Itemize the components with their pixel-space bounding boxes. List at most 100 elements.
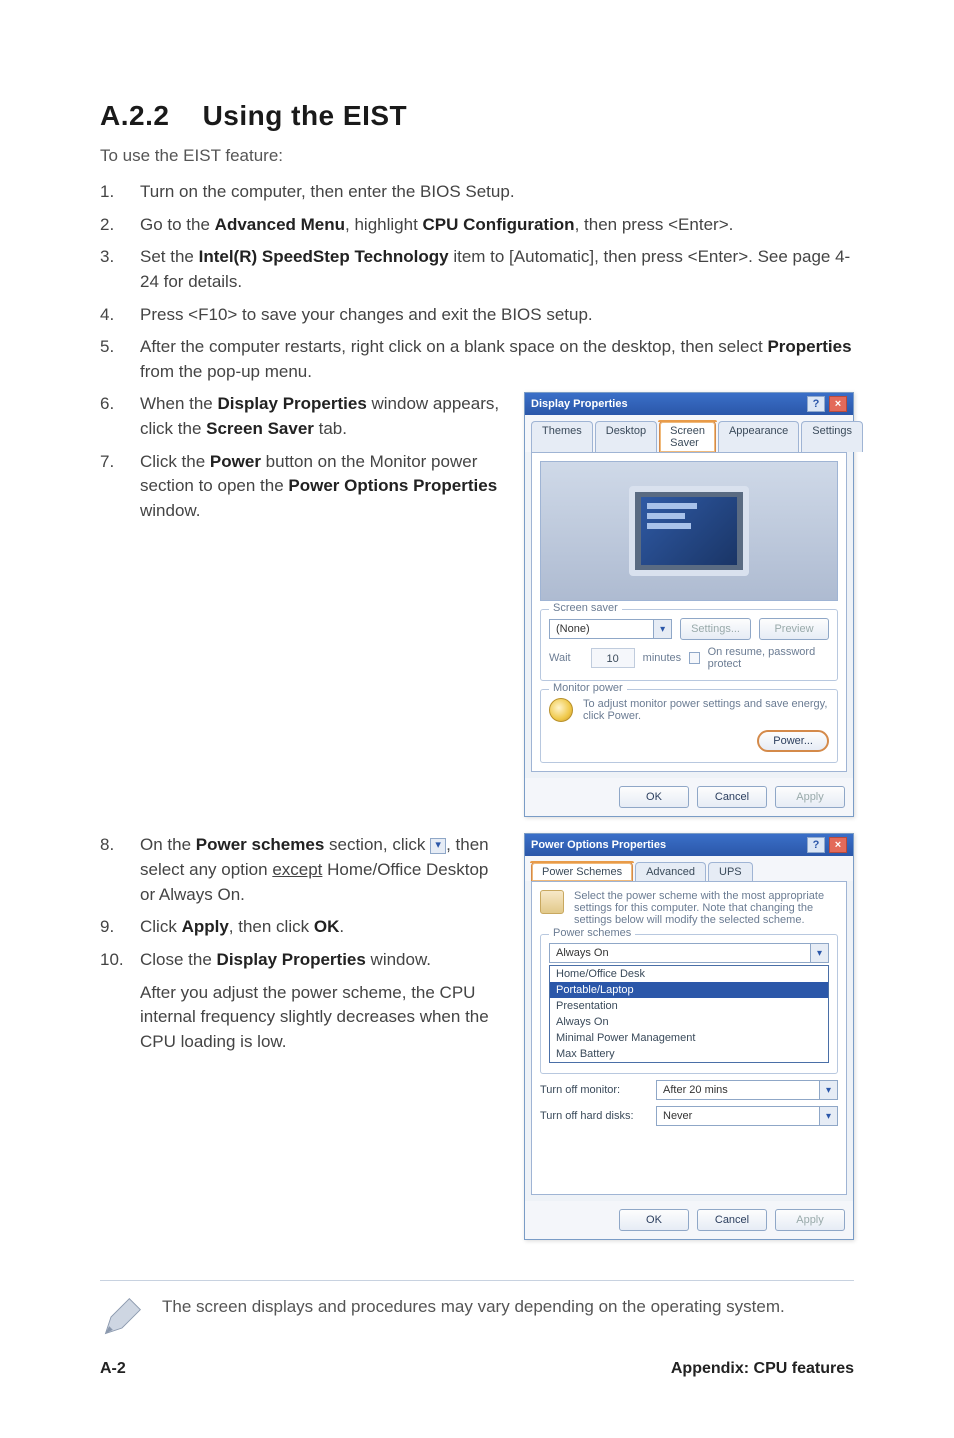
apply-button[interactable]: Apply xyxy=(775,1209,845,1231)
step-number: 2. xyxy=(100,213,140,238)
note-text: The screen displays and procedures may v… xyxy=(162,1295,785,1320)
power-scheme-dropdown[interactable]: Home/Office DeskPortable/LaptopPresentat… xyxy=(549,965,829,1063)
scheme-option[interactable]: Portable/Laptop xyxy=(550,982,828,998)
step-text: Close the Display Properties window. xyxy=(140,948,508,973)
step-number: 6. xyxy=(100,392,140,441)
post-steps-text: After you adjust the power scheme, the C… xyxy=(100,981,508,1055)
display-properties-dialog: Display Properties ? × ThemesDesktopScre… xyxy=(524,392,854,817)
resume-checkbox[interactable] xyxy=(689,652,699,664)
tab-ups[interactable]: UPS xyxy=(708,862,753,881)
energy-icon xyxy=(549,698,573,722)
monitor-power-text: To adjust monitor power settings and sav… xyxy=(583,698,829,722)
screensaver-settings-button[interactable]: Settings... xyxy=(680,618,751,640)
tab-power-schemes[interactable]: Power Schemes xyxy=(531,862,633,881)
step-number: 10. xyxy=(100,948,140,973)
tab-advanced[interactable]: Advanced xyxy=(635,862,706,881)
step-number: 3. xyxy=(100,245,140,294)
step-number: 8. xyxy=(100,833,140,907)
monitor-power-legend: Monitor power xyxy=(549,682,627,694)
step-text: On the Power schemes section, click ▾, t… xyxy=(140,833,508,907)
step-text: Click the Power button on the Monitor po… xyxy=(140,450,508,524)
wait-suffix: minutes xyxy=(643,652,682,664)
power-scheme-select[interactable]: Always On ▾ xyxy=(549,943,829,963)
step-number: 9. xyxy=(100,915,140,940)
step-item: 5.After the computer restarts, right cli… xyxy=(100,335,854,384)
apply-button[interactable]: Apply xyxy=(775,786,845,808)
cancel-button[interactable]: Cancel xyxy=(697,1209,767,1231)
chevron-down-icon[interactable]: ▾ xyxy=(653,620,671,638)
intro-text: To use the EIST feature: xyxy=(100,146,854,166)
screensaver-select[interactable]: (None) ▾ xyxy=(549,619,672,639)
note-block: The screen displays and procedures may v… xyxy=(100,1280,854,1339)
step-item: 4.Press <F10> to save your changes and e… xyxy=(100,303,854,328)
close-icon[interactable]: × xyxy=(829,396,847,412)
step-number: 4. xyxy=(100,303,140,328)
screensaver-select-value: (None) xyxy=(550,623,653,635)
turnoff-hd-select[interactable]: Never ▾ xyxy=(656,1106,838,1126)
step-number: 7. xyxy=(100,450,140,524)
turnoff-hd-label: Turn off hard disks: xyxy=(540,1110,650,1122)
scheme-option[interactable]: Minimal Power Management xyxy=(550,1030,828,1046)
step-text: Click Apply, then click OK. xyxy=(140,915,508,940)
wait-value[interactable]: 10 xyxy=(591,648,635,668)
turnoff-monitor-select[interactable]: After 20 mins ▾ xyxy=(656,1080,838,1100)
section-heading: A.2.2 Using the EIST xyxy=(100,100,854,132)
step-number: 5. xyxy=(100,335,140,384)
dialog-title: Display Properties xyxy=(531,398,628,410)
step-item: 10.Close the Display Properties window. xyxy=(100,948,508,973)
screensaver-preview-button[interactable]: Preview xyxy=(759,618,829,640)
steps-list-low: 8.On the Power schemes section, click ▾,… xyxy=(100,833,508,972)
step-item: 9.Click Apply, then click OK. xyxy=(100,915,508,940)
step-item: 2.Go to the Advanced Menu, highlight CPU… xyxy=(100,213,854,238)
chevron-down-icon[interactable]: ▾ xyxy=(819,1107,837,1125)
heading-number: A.2.2 xyxy=(100,100,169,131)
power-scheme-value: Always On xyxy=(550,947,810,959)
scheme-option[interactable]: Max Battery xyxy=(550,1046,828,1062)
chevron-down-icon[interactable]: ▾ xyxy=(819,1081,837,1099)
step-item: 8.On the Power schemes section, click ▾,… xyxy=(100,833,508,907)
step-text: After the computer restarts, right click… xyxy=(140,335,854,384)
ok-button[interactable]: OK xyxy=(619,786,689,808)
tab-themes[interactable]: Themes xyxy=(531,421,593,452)
step-text: When the Display Properties window appea… xyxy=(140,392,508,441)
turnoff-monitor-label: Turn off monitor: xyxy=(540,1084,650,1096)
close-icon[interactable]: × xyxy=(829,837,847,853)
tab-settings[interactable]: Settings xyxy=(801,421,863,452)
help-icon[interactable]: ? xyxy=(807,396,825,412)
power-schemes-desc: Select the power scheme with the most ap… xyxy=(574,890,838,926)
wait-label: Wait xyxy=(549,652,583,664)
heading-title: Using the EIST xyxy=(203,100,408,131)
step-item: 1.Turn on the computer, then enter the B… xyxy=(100,180,854,205)
step-text: Press <F10> to save your changes and exi… xyxy=(140,303,854,328)
step-text: Go to the Advanced Menu, highlight CPU C… xyxy=(140,213,854,238)
step-item: 6.When the Display Properties window app… xyxy=(100,392,508,441)
help-icon[interactable]: ? xyxy=(807,837,825,853)
step-text: Turn on the computer, then enter the BIO… xyxy=(140,180,854,205)
tab-strip: Power SchemesAdvancedUPS xyxy=(525,856,853,881)
ok-button[interactable]: OK xyxy=(619,1209,689,1231)
dialog-title: Power Options Properties xyxy=(531,839,666,851)
tab-screen-saver[interactable]: Screen Saver xyxy=(659,421,716,452)
power-button[interactable]: Power... xyxy=(757,730,829,752)
turnoff-monitor-value: After 20 mins xyxy=(657,1084,819,1096)
tab-desktop[interactable]: Desktop xyxy=(595,421,657,452)
scheme-option[interactable]: Always On xyxy=(550,1014,828,1030)
chevron-down-icon[interactable]: ▾ xyxy=(810,944,828,962)
step-item: 3.Set the Intel(R) SpeedStep Technology … xyxy=(100,245,854,294)
cancel-button[interactable]: Cancel xyxy=(697,786,767,808)
screensaver-preview xyxy=(540,461,838,601)
tab-appearance[interactable]: Appearance xyxy=(718,421,799,452)
tab-strip: ThemesDesktopScreen SaverAppearanceSetti… xyxy=(525,415,853,452)
step-text: Set the Intel(R) SpeedStep Technology it… xyxy=(140,245,854,294)
screensaver-group-legend: Screen saver xyxy=(549,602,622,614)
power-options-dialog: Power Options Properties ? × Power Schem… xyxy=(524,833,854,1240)
page-footer: A-2 Appendix: CPU features xyxy=(100,1360,854,1378)
power-schemes-legend: Power schemes xyxy=(549,927,635,939)
steps-list-mid: 6.When the Display Properties window app… xyxy=(100,392,508,523)
chapter-label: Appendix: CPU features xyxy=(671,1360,854,1378)
pencil-icon xyxy=(100,1295,144,1339)
scheme-option[interactable]: Home/Office Desk xyxy=(550,966,828,982)
page-number: A-2 xyxy=(100,1360,126,1378)
step-number: 1. xyxy=(100,180,140,205)
scheme-option[interactable]: Presentation xyxy=(550,998,828,1014)
